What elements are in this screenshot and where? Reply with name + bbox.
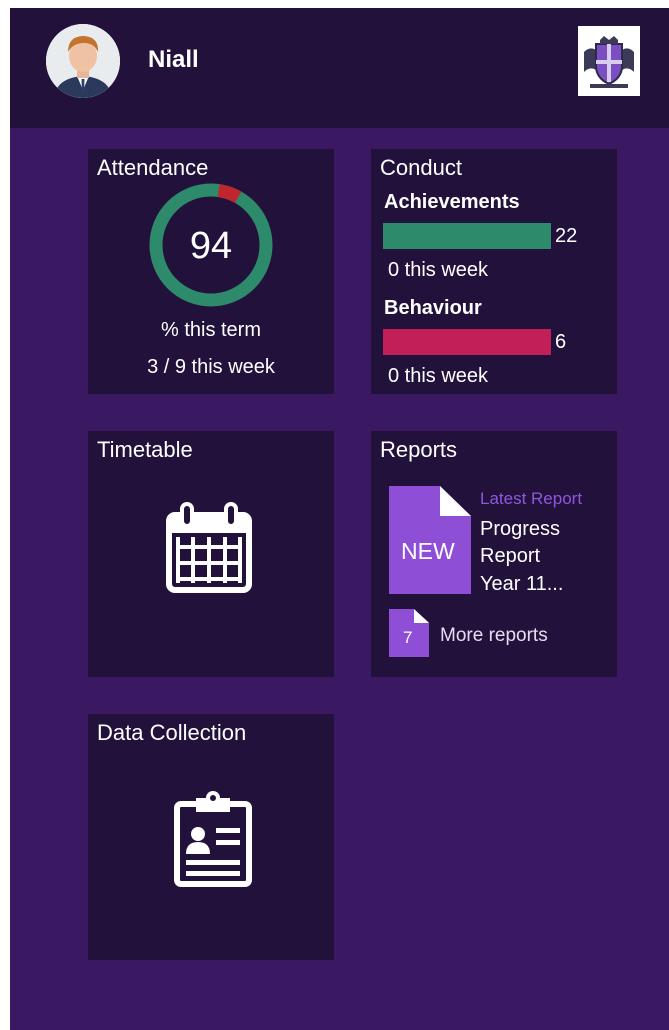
reports-tile[interactable]: Reports NEW Latest Report Progress Repor… — [371, 431, 617, 677]
attendance-percent-label: % this term — [160, 319, 262, 341]
latest-report-line: Progress — [480, 518, 561, 540]
behaviour-value: 6 — [555, 331, 567, 353]
timetable-tile[interactable]: Timetable — [88, 431, 334, 677]
behaviour-week: 0 this week — [388, 365, 489, 387]
behaviour-bar — [383, 329, 551, 355]
behaviour-label: Behaviour — [384, 297, 482, 319]
school-crest-icon — [584, 36, 634, 88]
user-avatar[interactable] — [46, 24, 120, 98]
latest-report-line: Report — [480, 545, 541, 567]
new-badge: NEW — [401, 538, 455, 564]
attendance-percent: 94 — [189, 225, 233, 267]
app-screen: Niall Attendance 94 % this term 3 / 9 th… — [10, 8, 669, 1030]
clipboard-icon — [174, 791, 252, 887]
data-collection-title: Data Collection — [97, 720, 247, 745]
reports-title: Reports — [380, 437, 458, 462]
achievements-week: 0 this week — [388, 259, 489, 281]
achievements-value: 22 — [555, 225, 578, 247]
attendance-tile[interactable]: Attendance 94 % this term 3 / 9 this wee… — [88, 149, 334, 394]
timetable-title: Timetable — [97, 437, 193, 462]
conduct-tile[interactable]: Conduct Achievements 22 0 this week Beha… — [371, 149, 617, 394]
latest-report-label: Latest Report — [480, 489, 583, 508]
document-fold — [440, 486, 471, 516]
more-reports-count: 7 — [403, 628, 413, 647]
school-logo[interactable] — [578, 26, 640, 96]
document-fold — [414, 609, 429, 623]
header-bar: Niall — [10, 8, 669, 128]
calendar-icon — [166, 502, 252, 593]
data-collection-tile[interactable]: Data Collection — [88, 714, 334, 960]
achievements-label: Achievements — [384, 191, 520, 213]
conduct-title: Conduct — [380, 155, 462, 180]
attendance-week-label: 3 / 9 this week — [147, 356, 275, 378]
user-name: Niall — [148, 46, 199, 73]
more-reports-label: More reports — [440, 625, 548, 646]
latest-report-line: Year 11... — [480, 573, 564, 595]
user-photo — [46, 24, 120, 98]
achievements-bar — [383, 223, 551, 249]
